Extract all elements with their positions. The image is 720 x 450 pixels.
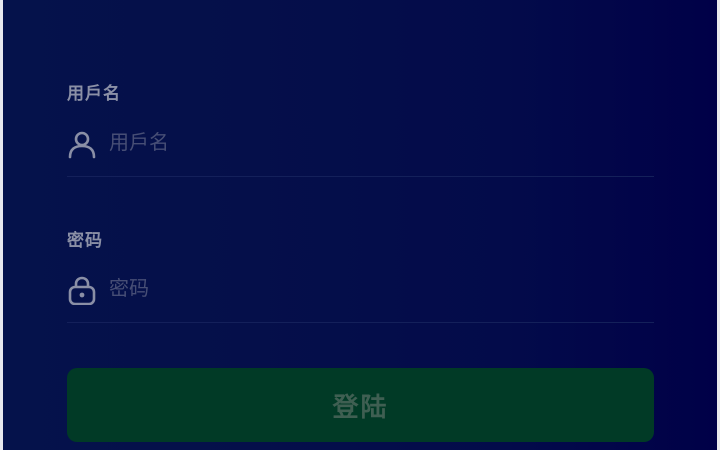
username-field[interactable] (67, 122, 654, 162)
password-label: 密码 (67, 231, 103, 251)
user-icon (67, 129, 97, 159)
login-button[interactable]: 登陆 (67, 368, 654, 442)
username-label: 用戶名 (67, 84, 121, 104)
username-input[interactable] (109, 126, 639, 158)
password-input[interactable] (109, 272, 639, 304)
left-edge (0, 0, 3, 450)
password-divider (67, 322, 654, 323)
lock-icon (67, 275, 97, 306)
password-field[interactable] (67, 268, 654, 308)
login-screen: 用戶名 密码 登陆 (0, 0, 720, 450)
username-divider (67, 176, 654, 177)
